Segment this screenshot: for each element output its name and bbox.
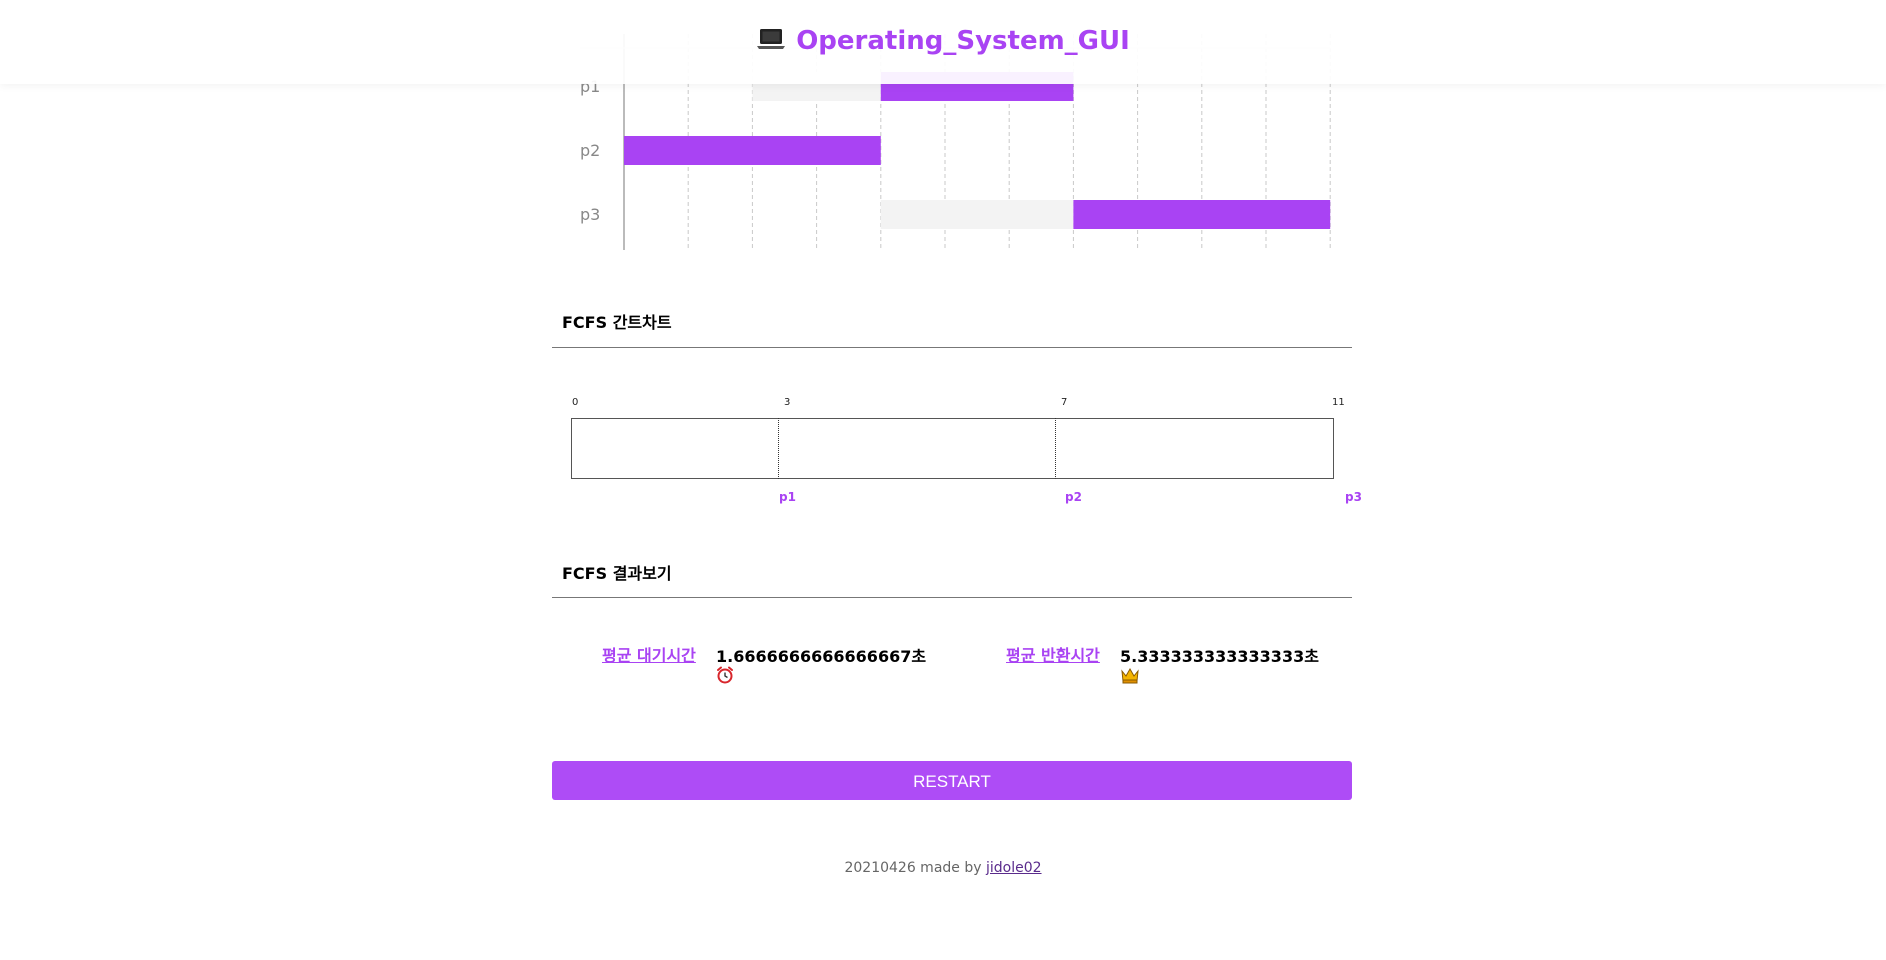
results-section-title: FCFS 결과보기: [562, 564, 672, 583]
avg-wait-value-text: 1.6666666666666667초: [716, 647, 927, 666]
timeline-wait-bar: [880, 200, 1074, 229]
gantt-tick: 7: [1061, 397, 1068, 408]
avg-wait-value: 1.6666666666666667초: [716, 648, 926, 684]
avg-turnaround-value-text: 5.333333333333333초: [1120, 647, 1319, 666]
app-title: Operating_System_GUI: [0, 26, 1886, 56]
gantt-separator: [1055, 418, 1056, 479]
gantt-divider: [552, 347, 1352, 348]
avg-wait-label[interactable]: 평균 대기시간: [602, 648, 696, 664]
app-title-text: Operating_System_GUI: [796, 26, 1130, 56]
gantt-tick: 3: [784, 397, 791, 408]
gantt-process-label: p3: [1345, 490, 1362, 504]
laptop-icon: [757, 29, 786, 49]
gantt-section-title: FCFS 간트차트: [562, 313, 672, 332]
crown-icon: [1121, 667, 1139, 684]
gantt-separator: [778, 418, 779, 479]
timeline-run-bar: [624, 136, 881, 165]
alarm-clock-icon: [717, 666, 733, 684]
gantt-bar: [571, 418, 1334, 479]
footer: 20210426 made by jidole02: [0, 860, 1886, 876]
avg-turnaround-label[interactable]: 평균 반환시간: [1006, 648, 1100, 664]
timeline-row-label: p2: [580, 141, 600, 160]
restart-button[interactable]: RESTART: [552, 761, 1352, 800]
footer-author-link[interactable]: jidole02: [986, 860, 1042, 876]
footer-text: 20210426 made by: [844, 860, 986, 876]
gantt-tick: 0: [572, 397, 579, 408]
results-divider: [552, 597, 1352, 598]
avg-turnaround-value: 5.333333333333333초: [1120, 648, 1319, 684]
gantt-tick: 11: [1332, 397, 1345, 408]
timeline-run-bar: [1073, 200, 1331, 229]
timeline-row-label: p3: [580, 205, 600, 224]
gantt-process-label: p2: [1065, 490, 1082, 504]
app-header: Operating_System_GUI: [0, 0, 1886, 84]
gantt-process-label: p1: [779, 490, 796, 504]
